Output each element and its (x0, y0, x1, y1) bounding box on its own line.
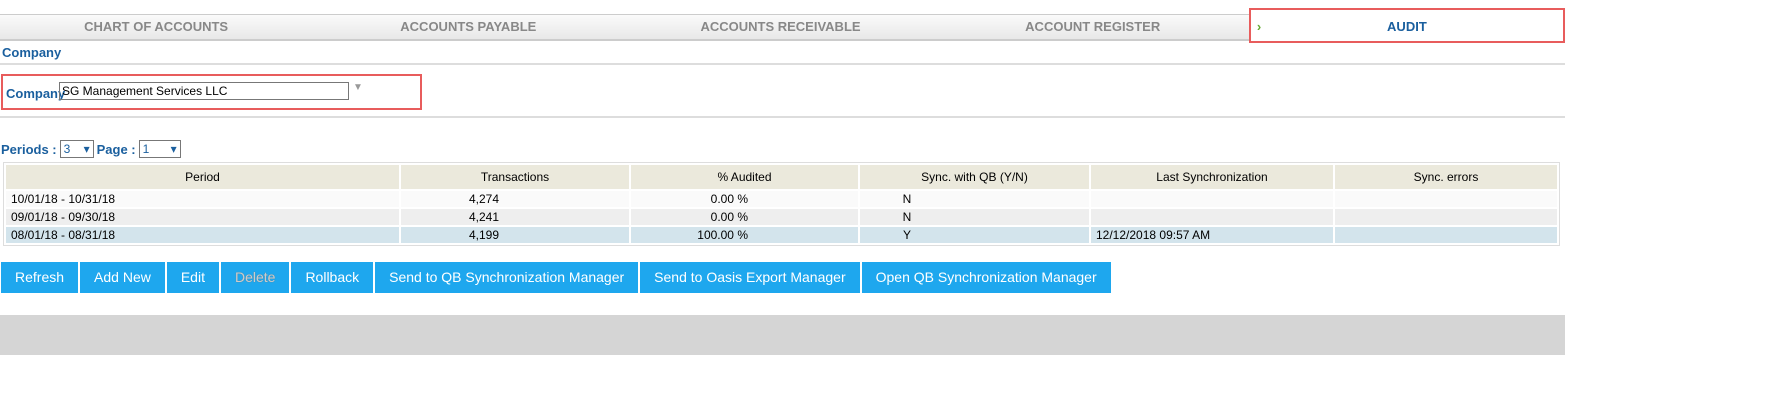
table-cell (1335, 209, 1557, 225)
table-row[interactable]: 09/01/18 - 09/30/18 4,241 0.00 % N (6, 209, 1557, 225)
tab-accounts-receivable[interactable]: ACCOUNTS RECEIVABLE (624, 15, 936, 39)
edit-button[interactable]: Edit (166, 262, 219, 293)
divider (0, 63, 1565, 65)
col-last-sync: Last Synchronization (1091, 165, 1333, 189)
col-transactions: Transactions (401, 165, 629, 189)
company-select[interactable]: SG Management Services LLC (59, 82, 349, 100)
periods-label: Periods : (1, 141, 57, 157)
chevron-down-icon: ▾ (83, 142, 90, 156)
dropdown-arrow-icon[interactable]: ▼ (353, 82, 363, 93)
table-cell: 08/01/18 - 08/31/18 (6, 227, 399, 243)
table-cell: 100.00 % (631, 227, 858, 243)
tab-account-register[interactable]: ACCOUNT REGISTER (937, 15, 1249, 39)
chevron-down-icon: ▾ (170, 142, 177, 156)
table-cell (1335, 227, 1557, 243)
page-value: 1 (142, 142, 150, 156)
table-cell: 09/01/18 - 09/30/18 (6, 209, 399, 225)
table-cell: 10/01/18 - 10/31/18 (6, 191, 399, 207)
page-select[interactable]: 1 ▾ (138, 140, 181, 158)
open-qb-sync-button[interactable]: Open QB Synchronization Manager (861, 262, 1111, 293)
footer-bar (0, 315, 1565, 355)
company-label: Company (6, 86, 66, 101)
col-audited: % Audited (631, 165, 858, 189)
tab-audit[interactable]: › AUDIT (1248, 8, 1566, 43)
action-buttons: Refresh Add New Edit Delete Rollback Sen… (1, 262, 1111, 293)
table-cell: 12/12/2018 09:57 AM (1091, 227, 1333, 243)
section-title: Company (2, 45, 62, 60)
table-cell: 4,274 (401, 191, 629, 207)
periods-select[interactable]: 3 ▾ (59, 140, 94, 158)
table-row[interactable]: 08/01/18 - 08/31/18 4,199 100.00 % Y 12/12/2… (6, 227, 1557, 243)
chevron-right-icon: › (1256, 19, 1262, 34)
table-row[interactable]: 10/01/18 - 10/31/18 4,274 0.00 % N (6, 191, 1557, 207)
page-label: Page : (96, 141, 136, 157)
refresh-button[interactable]: Refresh (1, 262, 79, 293)
table-cell: 0.00 % (631, 191, 858, 207)
company-filter: Company SG Management Services LLC ▼ (1, 74, 422, 110)
table-cell: N (860, 191, 1089, 207)
divider (0, 116, 1565, 118)
delete-button[interactable]: Delete (220, 262, 290, 293)
pagination-controls: Periods : 3 ▾ Page : 1 ▾ (1, 140, 181, 158)
table-cell: N (860, 209, 1089, 225)
audit-table: Period Transactions % Audited Sync. with… (3, 162, 1560, 246)
col-sync: Sync. with QB (Y/N) (860, 165, 1089, 189)
module-tabs: CHART OF ACCOUNTS ACCOUNTS PAYABLE ACCOU… (0, 8, 1566, 43)
periods-value: 3 (63, 142, 71, 156)
table-cell (1335, 191, 1557, 207)
table-cell: 0.00 % (631, 209, 858, 225)
table-cell: Y (860, 227, 1089, 243)
table-cell: 4,241 (401, 209, 629, 225)
add-new-button[interactable]: Add New (80, 262, 165, 293)
send-to-oasis-export-button[interactable]: Send to Oasis Export Manager (640, 262, 860, 293)
tab-accounts-payable[interactable]: ACCOUNTS PAYABLE (312, 15, 624, 39)
tab-audit-label: AUDIT (1387, 19, 1427, 34)
col-sync-errors: Sync. errors (1335, 165, 1557, 189)
send-to-qb-sync-button[interactable]: Send to QB Synchronization Manager (375, 262, 639, 293)
rollback-button[interactable]: Rollback (291, 262, 374, 293)
table-cell: 4,199 (401, 227, 629, 243)
table-cell (1091, 191, 1333, 207)
table-cell (1091, 209, 1333, 225)
tab-chart-of-accounts[interactable]: CHART OF ACCOUNTS (0, 15, 312, 39)
col-period: Period (6, 165, 399, 189)
